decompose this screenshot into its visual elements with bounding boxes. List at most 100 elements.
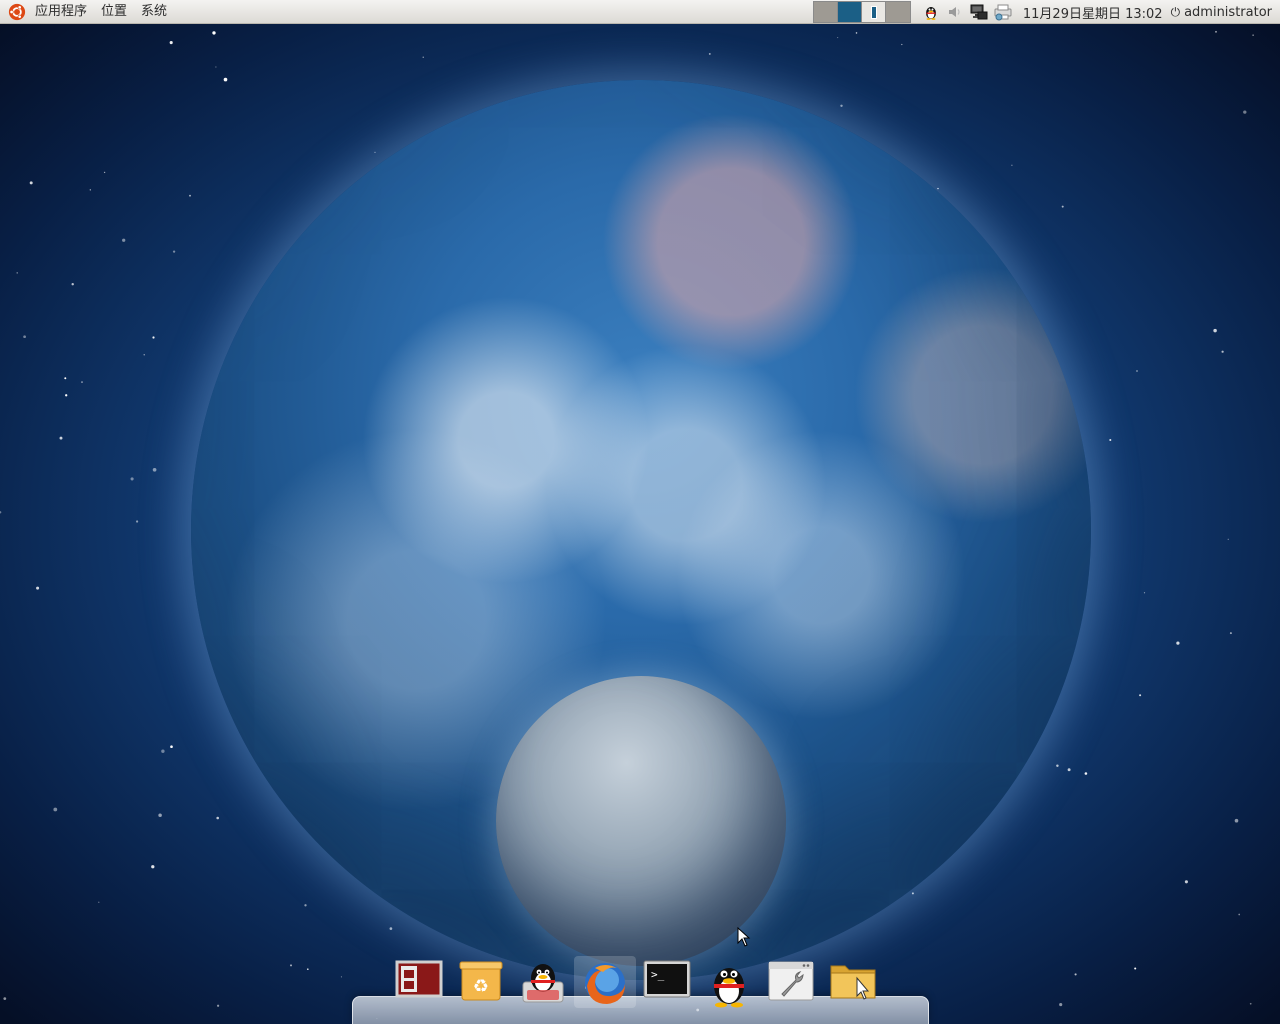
svg-text:>_: >_ — [651, 968, 665, 981]
star — [306, 968, 309, 971]
clock[interactable]: 11月29日星期日 13:02 — [1023, 3, 1163, 22]
panel-right-area: 11月29日星期日 13:02 ⏻ administrator — [812, 0, 1280, 24]
qq-penguin-icon[interactable] — [921, 2, 941, 22]
star — [1143, 592, 1146, 594]
star — [136, 520, 139, 523]
star — [1134, 967, 1137, 970]
menu-system[interactable]: 系统 — [134, 0, 174, 24]
star — [1139, 694, 1142, 697]
qq-penguin-icon — [522, 964, 564, 1003]
dock-item-home-folder[interactable] — [822, 960, 884, 1010]
star — [1061, 205, 1064, 208]
qq-penguin-icon — [714, 968, 744, 1008]
star — [1213, 328, 1217, 333]
dock-item-box-app[interactable] — [388, 960, 450, 1010]
star — [1215, 30, 1217, 33]
star — [53, 807, 58, 812]
workspace-1[interactable] — [813, 2, 838, 22]
top-panel: 应用程序 位置 系统 11月29日星期日 13:02 ⏻ administrat… — [0, 0, 1280, 24]
star — [81, 381, 83, 383]
star — [216, 1004, 220, 1007]
user-menu[interactable]: ⏻ administrator — [1171, 5, 1272, 20]
star — [36, 586, 40, 590]
star — [151, 865, 155, 869]
star — [158, 813, 162, 818]
star — [65, 394, 68, 397]
star — [1249, 1002, 1252, 1005]
user-name: administrator — [1184, 4, 1272, 20]
star — [16, 272, 18, 274]
star — [169, 41, 173, 45]
star — [1221, 350, 1224, 353]
star — [161, 749, 165, 753]
star — [152, 336, 155, 339]
star — [215, 66, 217, 68]
star — [422, 56, 424, 58]
star — [1252, 34, 1254, 36]
svg-text:♻: ♻ — [473, 976, 489, 997]
star — [837, 37, 839, 39]
dock-item-firefox[interactable] — [574, 956, 636, 1010]
menu-applications[interactable]: 应用程序 — [28, 0, 94, 24]
star — [216, 816, 219, 820]
star — [1234, 818, 1239, 823]
dock-item-settings[interactable] — [760, 960, 822, 1010]
star — [103, 171, 106, 174]
volume-icon[interactable] — [945, 2, 965, 22]
star — [1059, 1003, 1063, 1007]
dock: ♻ >_ — [388, 956, 884, 1010]
star — [1229, 632, 1232, 635]
dock-item-qq-chat[interactable] — [512, 960, 574, 1010]
star — [152, 467, 157, 472]
star — [1056, 764, 1059, 767]
star — [340, 976, 342, 978]
dock-item-qq[interactable] — [698, 960, 760, 1010]
star — [170, 745, 173, 749]
firefox-icon — [585, 963, 625, 1004]
desktop[interactable]: 应用程序 位置 系统 11月29日星期日 13:02 ⏻ administrat… — [0, 0, 1280, 1024]
star — [29, 181, 33, 185]
star — [1184, 880, 1188, 884]
star — [855, 32, 858, 34]
network-icon[interactable] — [969, 2, 989, 22]
star — [1176, 641, 1180, 645]
star — [143, 354, 145, 356]
star — [1084, 772, 1088, 775]
star — [1227, 538, 1229, 540]
settings-wrench-icon — [768, 961, 814, 1001]
mouse-cursor-icon — [737, 927, 751, 947]
star — [122, 238, 126, 242]
star — [172, 250, 176, 253]
workspace-3[interactable] — [861, 2, 886, 22]
folder-icon — [830, 965, 876, 1000]
star — [212, 31, 216, 35]
star — [374, 151, 376, 154]
star — [840, 104, 843, 108]
star — [304, 904, 307, 907]
workspace-4[interactable] — [885, 2, 910, 22]
dock-item-terminal[interactable]: >_ — [636, 960, 698, 1010]
star — [130, 477, 134, 481]
star — [1074, 973, 1077, 976]
star — [937, 187, 939, 190]
menu-places[interactable]: 位置 — [94, 0, 134, 24]
dock-item-trash[interactable]: ♻ — [450, 960, 512, 1010]
star — [223, 77, 228, 82]
star — [3, 997, 7, 1000]
star — [389, 927, 393, 930]
star — [1243, 110, 1247, 114]
star — [901, 43, 903, 46]
star — [71, 283, 74, 286]
power-icon: ⏻ — [1170, 4, 1181, 19]
ubuntu-logo-icon[interactable] — [8, 3, 26, 21]
terminal-icon: >_ — [643, 960, 691, 998]
star — [1011, 164, 1013, 167]
star — [98, 901, 100, 903]
star — [708, 52, 711, 55]
trash-icon: ♻ — [459, 961, 503, 1001]
star — [290, 964, 292, 967]
workspace-2[interactable] — [837, 2, 862, 22]
star — [64, 377, 67, 380]
workspace-switcher[interactable] — [812, 1, 911, 23]
printer-icon[interactable] — [993, 2, 1013, 22]
